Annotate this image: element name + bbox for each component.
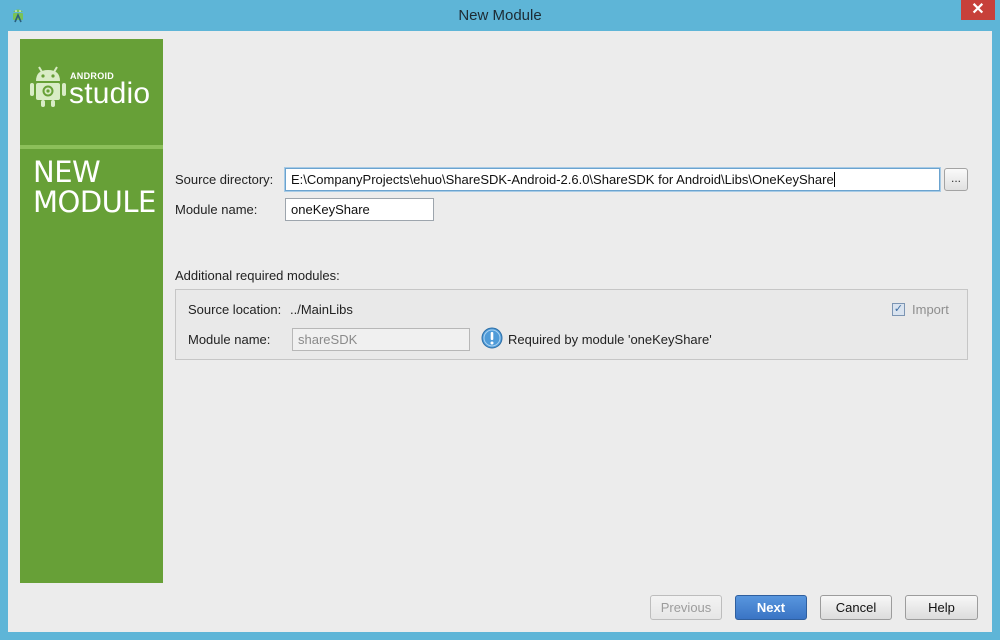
source-directory-input[interactable]: E:\CompanyProjects\ehuo\ShareSDK-Android… [285, 168, 940, 191]
text-caret [833, 172, 835, 187]
browse-button[interactable]: ... [944, 168, 968, 191]
additional-modules-heading: Additional required modules: [175, 268, 340, 283]
required-by-text: Required by module 'oneKeyShare' [508, 332, 712, 347]
cancel-button[interactable]: Cancel [820, 595, 892, 620]
source-location-value: ../MainLibs [290, 302, 353, 317]
android-robot-icon [30, 66, 66, 107]
sidebar-banner: ANDROID studio NEW MODULE [20, 39, 163, 583]
sidebar-divider [20, 145, 163, 149]
help-button[interactable]: Help [905, 595, 978, 620]
window-bottom-border [0, 632, 1000, 640]
previous-button[interactable]: Previous [650, 595, 722, 620]
next-button[interactable]: Next [735, 595, 807, 620]
checkmark-icon: ✓ [893, 303, 904, 315]
window-title: New Module [458, 7, 542, 24]
module-name-input[interactable]: oneKeyShare [285, 198, 434, 221]
source-directory-label: Source directory: [175, 172, 274, 187]
import-label: Import [912, 302, 949, 317]
source-directory-value: E:\CompanyProjects\ehuo\ShareSDK-Android… [291, 172, 834, 187]
android-studio-logo: ANDROID studio [20, 39, 163, 139]
required-module-name-label: Module name: [188, 332, 271, 347]
title-bar: New Module ✕ [0, 0, 1000, 31]
required-module-name-field: shareSDK [292, 328, 470, 351]
import-checkbox[interactable]: ✓ [892, 303, 905, 316]
source-location-label: Source location: [188, 302, 282, 317]
close-button[interactable]: ✕ [961, 0, 995, 20]
page-heading: NEW MODULE [33, 155, 156, 219]
info-icon [481, 327, 503, 349]
module-name-label: Module name: [175, 202, 258, 217]
dialog-client-area: ANDROID studio NEW MODULE Source directo… [8, 31, 992, 632]
logo-studio-text: studio [69, 77, 151, 110]
